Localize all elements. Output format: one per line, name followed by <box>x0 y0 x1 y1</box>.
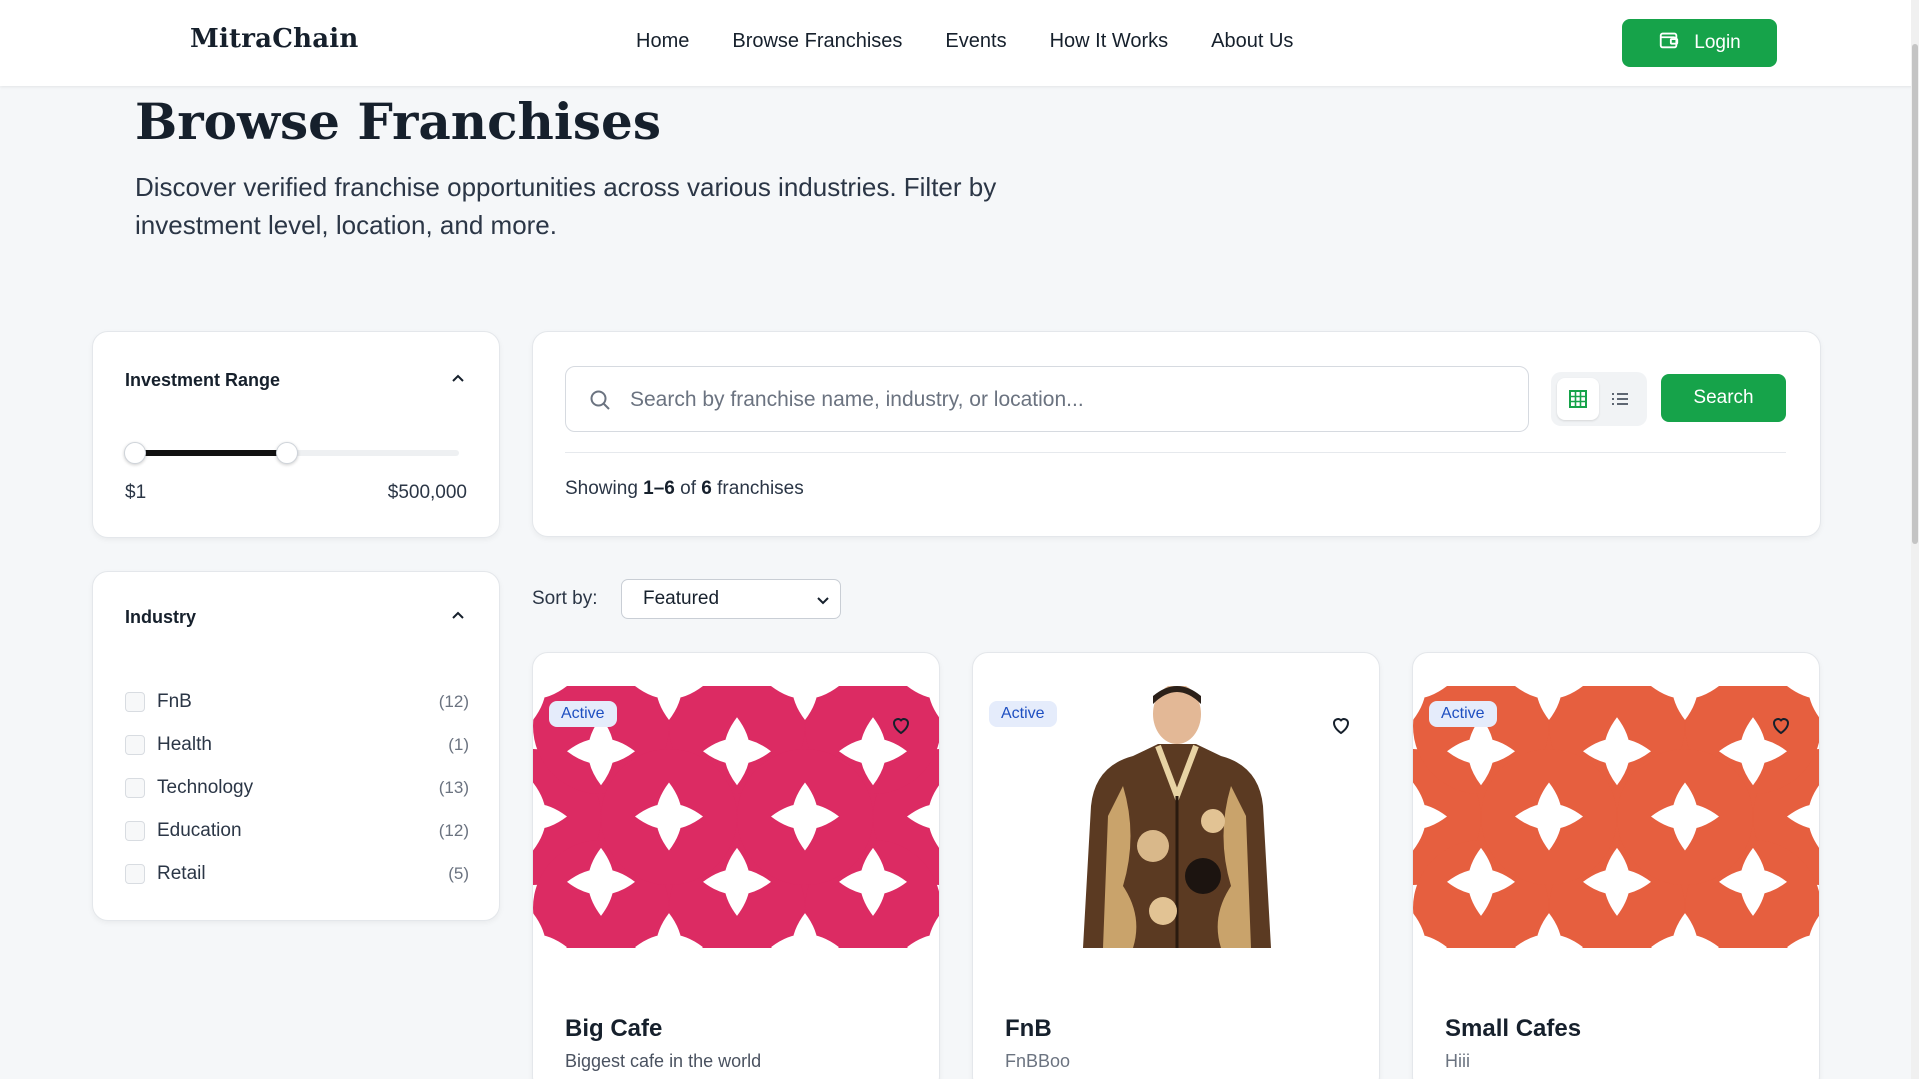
heart-icon[interactable] <box>889 713 913 737</box>
search-box[interactable] <box>565 366 1529 432</box>
industry-option-education[interactable]: Education (12) <box>125 817 469 845</box>
checkbox[interactable] <box>125 735 145 755</box>
chevron-up-icon[interactable] <box>451 609 465 623</box>
status-badge: Active <box>549 701 617 727</box>
page-subtitle: Discover verified franchise opportunitie… <box>135 172 997 240</box>
list-icon <box>1612 393 1628 405</box>
results-count: Showing 1–6 of 6 franchises <box>565 478 804 500</box>
scrollbar-thumb[interactable] <box>1912 44 1918 544</box>
chevron-up-icon[interactable] <box>451 372 465 386</box>
industry-name: Education <box>157 820 242 841</box>
heart-icon[interactable] <box>1769 713 1793 737</box>
sort-select[interactable]: Featured <box>621 579 841 619</box>
industry-filter-title: Industry <box>125 607 197 627</box>
nav-about-us[interactable]: About Us <box>1211 30 1293 53</box>
nav-browse-franchises[interactable]: Browse Franchises <box>732 30 902 53</box>
range-max-handle[interactable] <box>276 442 299 464</box>
page-title: Browse Franchises <box>135 92 661 151</box>
grid-view-button[interactable] <box>1557 378 1599 420</box>
status-badge: Active <box>989 701 1057 727</box>
wallet-icon <box>1658 29 1680 57</box>
franchise-name[interactable]: Small Cafes <box>1445 1015 1581 1043</box>
showing-of: of <box>680 478 697 499</box>
industry-count: (5) <box>448 864 469 883</box>
nav-how-it-works[interactable]: How It Works <box>1050 30 1169 53</box>
range-min-handle[interactable] <box>124 442 146 464</box>
range-fill <box>135 450 288 456</box>
main-nav: Home Browse Franchises Events How It Wor… <box>636 30 1336 53</box>
industry-count: (12) <box>438 821 469 840</box>
industry-filter-card: Industry FnB (12) Health (1) Technology … <box>92 571 500 921</box>
showing-range: 1–6 <box>643 478 675 499</box>
top-navigation-bar: MitraChain Home Browse Franchises Events… <box>0 0 1919 86</box>
franchise-name[interactable]: Big Cafe <box>565 1015 662 1043</box>
industry-count: (1) <box>448 735 469 754</box>
industry-count: (13) <box>438 778 469 797</box>
search-icon <box>590 390 610 410</box>
brand-logo[interactable]: MitraChain <box>190 24 358 54</box>
showing-suffix: franchises <box>717 478 804 499</box>
search-input[interactable] <box>630 375 1510 425</box>
checkbox[interactable] <box>125 864 145 884</box>
franchise-card[interactable]: Active Big Cafe Biggest cafe in the worl… <box>532 652 940 1079</box>
nav-home[interactable]: Home <box>636 30 689 53</box>
industry-option-health[interactable]: Health (1) <box>125 731 469 759</box>
franchise-description: FnBBoo <box>1005 1051 1071 1071</box>
showing-total: 6 <box>701 478 712 499</box>
industry-name: Technology <box>157 777 254 798</box>
investment-filter-card: Investment Range $1 $500,000 <box>92 331 500 538</box>
status-badge: Active <box>1429 701 1497 727</box>
divider <box>565 452 1786 453</box>
login-button[interactable]: Login <box>1622 19 1777 67</box>
industry-name: Retail <box>157 863 206 884</box>
chevron-down-icon <box>817 597 829 605</box>
range-max-label: $500,000 <box>387 482 467 503</box>
industry-option-technology[interactable]: Technology (13) <box>125 774 469 802</box>
login-label: Login <box>1694 32 1741 53</box>
industry-name: FnB <box>157 691 192 712</box>
franchise-description: Hiii <box>1445 1051 1470 1071</box>
search-panel: Search Showing 1–6 of 6 franchises <box>532 331 1821 537</box>
industry-option-retail[interactable]: Retail (5) <box>125 860 469 888</box>
heart-icon[interactable] <box>1329 713 1353 737</box>
franchise-name[interactable]: FnB <box>1005 1015 1052 1043</box>
industry-option-fnb[interactable]: FnB (12) <box>125 688 469 716</box>
checkbox[interactable] <box>125 821 145 841</box>
sort-label: Sort by: <box>532 588 598 609</box>
nav-events[interactable]: Events <box>945 30 1006 53</box>
franchise-card[interactable]: Active FnB FnBBoo <box>972 652 1380 1079</box>
checkbox[interactable] <box>125 778 145 798</box>
grid-icon <box>1569 390 1587 408</box>
industry-count: (12) <box>438 692 469 711</box>
list-view-button[interactable] <box>1599 378 1641 420</box>
view-toggle <box>1551 372 1647 426</box>
search-button[interactable]: Search <box>1661 374 1786 422</box>
industry-name: Health <box>157 734 212 755</box>
investment-filter-title: Investment Range <box>125 370 281 390</box>
range-min-label: $1 <box>125 482 147 503</box>
franchise-description: Biggest cafe in the world <box>565 1051 762 1071</box>
franchise-card[interactable]: Active Small Cafes Hiii <box>1412 652 1820 1079</box>
showing-prefix: Showing <box>565 478 638 499</box>
page: MitraChain Home Browse Franchises Events… <box>0 0 1919 1079</box>
sort-selected-value: Featured <box>643 588 720 609</box>
checkbox[interactable] <box>125 692 145 712</box>
